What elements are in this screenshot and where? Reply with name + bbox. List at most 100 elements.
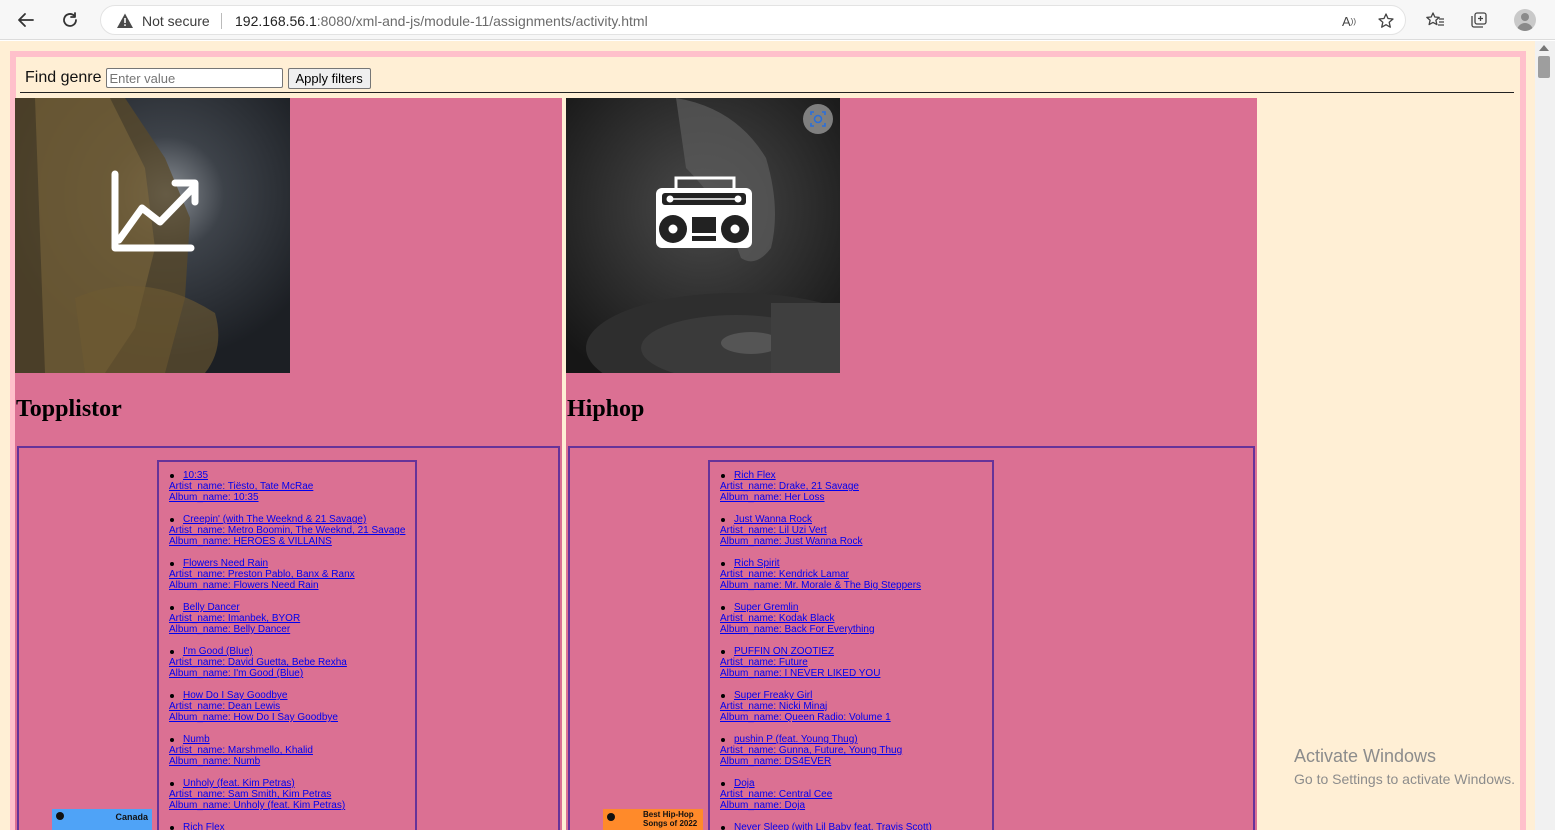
omnibox-divider [221, 13, 222, 29]
browser-toolbar: Not secure 192.168.56.1:8080/xml-and-js/… [0, 0, 1555, 40]
artist-link[interactable]: Artist_name: Imanbek, BYOR [169, 613, 405, 624]
add-favorite-icon[interactable] [1376, 11, 1396, 31]
artist-link[interactable]: Artist_name: Central Cee [720, 789, 982, 800]
favorites-icon[interactable] [1423, 8, 1447, 32]
track-name-link[interactable]: Never Sleep (with Lil Baby feat. Travis … [720, 822, 982, 830]
artist-link[interactable]: Artist_name: Nicki Minaj [720, 701, 982, 712]
visual-search-icon[interactable] [803, 104, 833, 134]
url-text[interactable]: 192.168.56.1:8080/xml-and-js/module-11/a… [235, 13, 648, 29]
artist-link[interactable]: Artist_name: Metro Boomin, The Weeknd, 2… [169, 525, 405, 536]
list-item: Just Wanna Rock Artist_name: Lil Uzi Ver… [720, 514, 982, 547]
album-link[interactable]: Album_name: How Do I Say Goodbye [169, 712, 405, 723]
playlist-thumbnail-label: Canada [115, 812, 148, 822]
apply-filters-button[interactable]: Apply filters [287, 67, 371, 89]
list-item: Creepin' (with The Weeknd & 21 Savage) A… [169, 514, 405, 547]
album-link[interactable]: Album_name: Her Loss [720, 492, 982, 503]
album-link[interactable]: Album_name: Doja [720, 800, 982, 811]
list-item: Unholy (feat. Kim Petras) Artist_name: S… [169, 778, 405, 811]
page-viewport: Find genre Apply filters [0, 41, 1555, 830]
playlist-thumbnail[interactable]: Best Hip-Hop Songs of 2022 [603, 809, 703, 830]
album-link[interactable]: Album_name: Mr. Morale & The Big Stepper… [720, 580, 982, 591]
reload-icon[interactable] [56, 6, 84, 34]
track-name-link[interactable]: Doja [720, 778, 982, 789]
artist-link[interactable]: Artist_name: Future [720, 657, 982, 668]
genre-search-input[interactable] [105, 68, 283, 88]
list-item: Never Sleep (with Lil Baby feat. Travis … [720, 822, 982, 830]
genre-card-hiphop: Hiphop Best Hip-Hop Songs of 2022 Rich F… [566, 98, 1257, 830]
filter-bar: Find genre Apply filters [25, 67, 371, 89]
url-path: :8080/xml-and-js/module-11/assignments/a… [316, 13, 648, 29]
track-name-link[interactable]: Super Freaky Girl [720, 690, 982, 701]
artist-link[interactable]: Artist_name: David Guetta, Bebe Rexha [169, 657, 405, 668]
artist-link[interactable]: Artist_name: Tiësto, Tate McRae [169, 481, 405, 492]
address-bar[interactable]: Not secure 192.168.56.1:8080/xml-and-js/… [100, 5, 1406, 35]
filter-label: Find genre [25, 69, 102, 86]
album-link[interactable]: Album_name: 10:35 [169, 492, 405, 503]
artist-link[interactable]: Artist_name: Marshmello, Khalid [169, 745, 405, 756]
watermark-title: Activate Windows [1294, 746, 1437, 766]
album-link[interactable]: Album_name: Belly Dancer [169, 624, 405, 635]
album-link[interactable]: Album_name: Queen Radio: Volume 1 [720, 712, 982, 723]
artist-link[interactable]: Artist_name: Gunna, Future, Young Thug [720, 745, 982, 756]
track-list: 10:35 Artist_name: Tiësto, Tate McRae Al… [157, 460, 417, 830]
track-name-link[interactable]: Rich Spirit [720, 558, 982, 569]
artist-link[interactable]: Artist_name: Kodak Black [720, 613, 982, 624]
album-link[interactable]: Album_name: Just Wanna Rock [720, 536, 982, 547]
artist-link[interactable]: Artist_name: Preston Pablo, Banx & Ranx [169, 569, 405, 580]
track-name-link[interactable]: Super Gremlin [720, 602, 982, 613]
track-name-link[interactable]: Numb [169, 734, 405, 745]
divider [20, 92, 1514, 93]
album-link[interactable]: Album_name: Numb [169, 756, 405, 767]
list-item: Belly Dancer Artist_name: Imanbek, BYOR … [169, 602, 405, 635]
url-host: 192.168.56.1 [235, 13, 317, 29]
track-name-link[interactable]: Creepin' (with The Weeknd & 21 Savage) [169, 514, 405, 525]
list-item: How Do I Say Goodbye Artist_name: Dean L… [169, 690, 405, 723]
back-icon[interactable] [12, 6, 40, 34]
track-name-link[interactable]: Rich Flex [720, 470, 982, 481]
list-item: Rich Flex [169, 822, 405, 830]
list-item: I'm Good (Blue) Artist_name: David Guett… [169, 646, 405, 679]
album-link[interactable]: Album_name: Back For Everything [720, 624, 982, 635]
artist-link[interactable]: Artist_name: Kendrick Lamar [720, 569, 982, 580]
album-link[interactable]: Album_name: DS4EVER [720, 756, 982, 767]
list-item: Rich Spirit Artist_name: Kendrick Lamar … [720, 558, 982, 591]
scroll-up-arrow-icon[interactable] [1539, 45, 1549, 51]
genre-image-hiphop[interactable] [566, 98, 840, 373]
track-name-link[interactable]: 10:35 [169, 470, 405, 481]
artist-link[interactable]: Artist_name: Drake, 21 Savage [720, 481, 982, 492]
collections-icon[interactable] [1467, 8, 1491, 32]
genre-image-topplistor[interactable] [15, 98, 290, 373]
artist-link[interactable]: Artist_name: Sam Smith, Kim Petras [169, 789, 405, 800]
track-name-link[interactable]: Just Wanna Rock [720, 514, 982, 525]
track-name-link[interactable]: How Do I Say Goodbye [169, 690, 405, 701]
album-link[interactable]: Album_name: I NEVER LIKED YOU [720, 668, 982, 679]
track-name-link[interactable]: PUFFIN ON ZOOTIEZ [720, 646, 982, 657]
warning-icon[interactable] [116, 12, 134, 30]
artist-link[interactable]: Artist_name: Lil Uzi Vert [720, 525, 982, 536]
track-name-link[interactable]: Belly Dancer [169, 602, 405, 613]
album-link[interactable]: Album_name: HEROES & VILLAINS [169, 536, 405, 547]
list-item: Super Gremlin Artist_name: Kodak Black A… [720, 602, 982, 635]
vertical-scrollbar[interactable] [1535, 41, 1555, 830]
read-aloud-icon[interactable]: A)) [1339, 11, 1359, 31]
track-list: Rich Flex Artist_name: Drake, 21 Savage … [708, 460, 994, 830]
playlist-thumbnail[interactable]: Canada [52, 809, 152, 830]
album-link[interactable]: Album_name: Flowers Need Rain [169, 580, 405, 591]
spotify-icon [56, 812, 64, 820]
profile-avatar[interactable] [1514, 9, 1536, 31]
track-name-link[interactable]: Flowers Need Rain [169, 558, 405, 569]
genre-title: Topplistor [16, 396, 122, 422]
list-item: Super Freaky Girl Artist_name: Nicki Min… [720, 690, 982, 723]
security-label[interactable]: Not secure [142, 13, 210, 29]
watermark-subtitle: Go to Settings to activate Windows. [1294, 771, 1515, 787]
track-name-link[interactable]: Unholy (feat. Kim Petras) [169, 778, 405, 789]
list-item: PUFFIN ON ZOOTIEZ Artist_name: Future Al… [720, 646, 982, 679]
track-name-link[interactable]: Rich Flex [169, 822, 405, 830]
album-link[interactable]: Album_name: I'm Good (Blue) [169, 668, 405, 679]
list-item: pushin P (feat. Young Thug) Artist_name:… [720, 734, 982, 767]
scroll-thumb[interactable] [1538, 56, 1550, 78]
track-name-link[interactable]: pushin P (feat. Young Thug) [720, 734, 982, 745]
album-link[interactable]: Album_name: Unholy (feat. Kim Petras) [169, 800, 405, 811]
track-name-link[interactable]: I'm Good (Blue) [169, 646, 405, 657]
artist-link[interactable]: Artist_name: Dean Lewis [169, 701, 405, 712]
